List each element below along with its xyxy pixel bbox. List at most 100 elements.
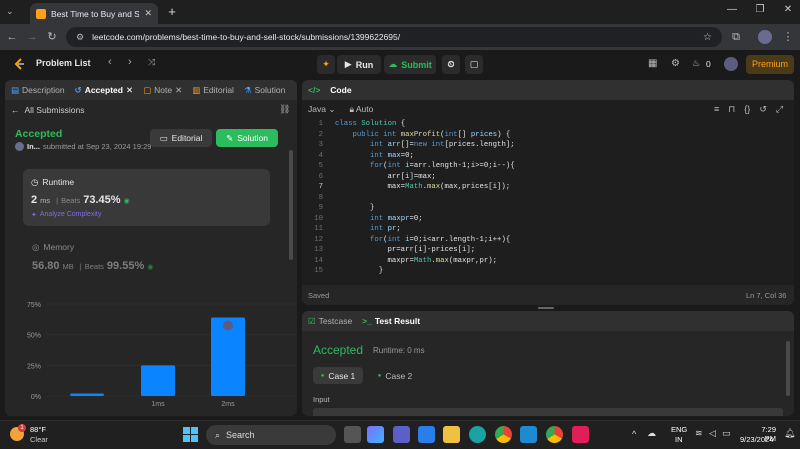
temperature: 88°F [30,425,46,434]
tab-note[interactable]: ▢ Note ✕ [143,85,182,96]
auto-toggle[interactable]: 🔒︎ Auto [349,104,373,115]
solution-button[interactable]: ✎ Solution [216,129,278,147]
edge-icon[interactable] [469,426,486,443]
code-editor[interactable]: class Solution { public int maxProfit(in… [335,119,515,277]
profile-avatar[interactable] [758,30,772,44]
tab-solution[interactable]: ⚗ Solution [244,85,285,96]
submitter-name[interactable]: In... [27,142,40,151]
problem-list-link[interactable]: Problem List [36,58,91,68]
new-tab-button[interactable]: + [164,4,180,20]
onedrive-icon[interactable]: ☁ [647,428,656,439]
address-bar[interactable]: ⚙ leetcode.com/problems/best-time-to-buy… [66,27,722,47]
line-number: 4 [318,151,323,160]
submission-status: Accepted [15,128,63,140]
chrome-menu-icon[interactable]: ⋮ [780,28,796,46]
braces-icon[interactable]: {} [744,104,750,115]
notes-icon[interactable]: ▢ [465,55,483,74]
tray-chevron-icon[interactable]: ^ [632,429,636,439]
format-icon[interactable]: ≡ [714,104,719,115]
tab-search-icon[interactable]: ⌄ [6,6,20,18]
runtime-card[interactable]: ◷ Runtime 2 ms | Beats 73.45% ◉ ✦ Analyze … [23,169,270,226]
line-number: 7 [318,183,323,191]
editorial-button[interactable]: ▭ Editorial [150,129,212,147]
forward-icon[interactable]: → [24,28,40,46]
line-number: 1 [318,120,323,128]
input-label: Input [313,395,330,404]
analyze-complexity-link[interactable]: ✦ Analyze Complexity [31,211,101,219]
line-number: 10 [314,214,323,223]
chrome-profile-icon[interactable] [546,426,563,443]
share-link-icon[interactable]: ⛓ [279,104,290,115]
all-submissions-link[interactable]: ← All Submissions [11,105,85,115]
tab-editorial[interactable]: ▥ Editorial [192,85,234,96]
url-text: leetcode.com/problems/best-time-to-buy-a… [92,32,401,42]
submit-button[interactable]: ☁ Submit [384,55,436,74]
battery-icon[interactable]: ▭ [722,428,731,439]
file-explorer-icon[interactable] [443,426,460,443]
language-indicator[interactable]: ENG [671,425,687,434]
bookmark-icon[interactable]: ⊓ [728,104,735,115]
timer-icon[interactable]: ⏲ [442,55,460,74]
tab-testcase[interactable]: ☑ Testcase [308,316,352,327]
user-avatar[interactable] [724,57,738,71]
chrome-icon[interactable] [495,426,512,443]
site-info-icon[interactable]: ⚙ [76,32,84,43]
close-tab-icon[interactable]: ✕ [144,8,152,19]
reset-icon[interactable]: ↺ [759,104,767,115]
left-scrollbar[interactable] [289,150,293,260]
editor-toolbar: Java ⌄ 🔒︎ Auto [308,104,373,115]
wifi-icon[interactable]: ≋ [695,428,703,439]
taskbar-search[interactable]: ⌕ Search [206,425,336,445]
settings-gear-icon[interactable]: ⚙ [671,58,680,69]
debug-icon[interactable]: ✦ [317,55,335,74]
result-scrollbar[interactable] [786,341,790,396]
cloud-upload-icon: ☁ [388,59,398,69]
close-window-icon[interactable]: ✕ [778,4,798,20]
terminal-icon: >_ [362,316,372,326]
task-view-icon[interactable] [344,426,361,443]
back-icon[interactable]: ← [4,28,20,46]
tab-accepted[interactable]: ↺ Accepted ✕ [75,85,134,96]
teams-icon[interactable] [393,426,410,443]
layout-icon[interactable]: ▦ [648,58,657,69]
chart-bar[interactable] [70,393,104,396]
copilot-icon[interactable] [367,426,384,443]
vscode-icon[interactable] [520,426,537,443]
runtime-stats: 2 ms | Beats 73.45% ◉ [31,194,130,206]
line-number: 9 [318,204,323,212]
close-tab-note-icon[interactable]: ✕ [175,85,182,96]
store-icon[interactable] [418,426,435,443]
search-icon: ⌕ [215,429,221,440]
windows-start-icon[interactable] [183,427,198,442]
close-tab-accepted-icon[interactable]: ✕ [126,85,133,96]
next-problem-icon[interactable]: › [128,56,132,68]
browser-tab[interactable]: Best Time to Buy and Sell Stock ✕ [30,3,158,24]
case-1-tab[interactable]: ● Case 1 [313,367,363,384]
slack-icon[interactable] [572,426,589,443]
volume-icon[interactable]: ◁ [709,428,716,439]
resize-handle[interactable] [538,307,554,309]
premium-button[interactable]: Premium [746,55,794,74]
run-button[interactable]: ▶ Run [337,55,381,74]
memory-header[interactable]: ◎ Memory [32,242,74,253]
shuffle-icon[interactable]: ⤨ [148,57,155,68]
prev-problem-icon[interactable]: ‹ [108,56,112,68]
language-select[interactable]: Java ⌄ [308,104,335,115]
chart-bar[interactable] [141,365,175,396]
line-number: 13 [314,246,323,254]
extensions-icon[interactable]: ⧉ [728,28,744,46]
tab-test-result[interactable]: >_ Test Result [362,316,420,326]
leetcode-logo-icon[interactable] [12,57,26,71]
minimize-icon[interactable]: — [722,4,742,20]
line-number: 6 [318,172,323,181]
left-tabs: ▤ Description ↺ Accepted ✕ ▢ Note ✕ ▥ Editoria… [5,80,297,100]
case-2-tab[interactable]: ● Case 2 [370,367,420,384]
streak-fire-icon: ♨ [692,58,701,68]
reload-icon[interactable]: ↻ [44,28,60,46]
lock-icon: 🔒︎ [349,104,354,114]
bookmark-star-icon[interactable]: ☆ [703,32,712,43]
restore-icon[interactable]: ❐ [750,4,770,20]
notification-bell-icon[interactable]: 🔔︎ [784,428,795,439]
fullscreen-icon[interactable]: ⤢ [776,104,783,115]
tab-description[interactable]: ▤ Description [11,85,65,96]
